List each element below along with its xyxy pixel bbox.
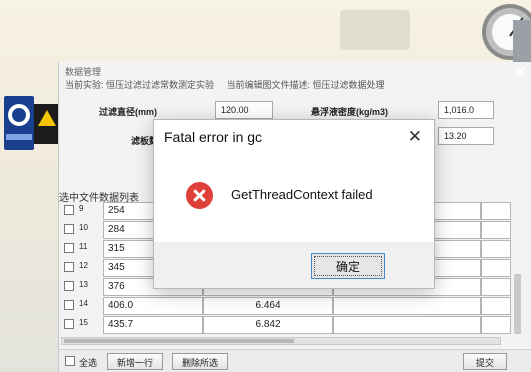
row-checkbox[interactable] xyxy=(64,224,74,234)
window-title: 数据管理 xyxy=(65,67,102,77)
table-cell[interactable] xyxy=(481,297,511,315)
table-cell[interactable] xyxy=(333,316,481,334)
table-cell[interactable] xyxy=(481,202,511,220)
warning-logo-icon xyxy=(34,104,60,144)
filter-diameter-label: 过滤直径(mm) xyxy=(99,107,157,117)
select-all-checkbox[interactable] xyxy=(65,356,75,366)
table-cell[interactable] xyxy=(481,259,511,277)
vertical-scrollbar[interactable] xyxy=(514,274,521,334)
close-icon[interactable]: ✕ xyxy=(408,127,422,147)
bottom-toolbar: 全选 新增一行 删除所选 提交 xyxy=(59,349,531,372)
table-cell[interactable] xyxy=(481,221,511,239)
table-cell[interactable] xyxy=(481,240,511,258)
delete-selected-button[interactable]: 删除所选 xyxy=(172,353,228,370)
suspension-density-input[interactable]: 1,016.0 xyxy=(438,101,494,119)
row-checkbox[interactable] xyxy=(64,205,74,215)
row-checkbox[interactable] xyxy=(64,262,74,272)
ok-button[interactable]: 确定 xyxy=(311,253,385,279)
experiment-label: 当前实验: 恒压过滤过滤常数测定实验 xyxy=(65,80,215,90)
window-close-icon[interactable]: ✕ xyxy=(514,62,527,82)
suspension-density-label: 悬浮液密度(kg/m3) xyxy=(311,107,389,117)
row-index: 15 xyxy=(79,318,88,327)
filter-count-input[interactable]: 13.20 xyxy=(438,127,494,145)
submit-button[interactable]: 提交 xyxy=(463,353,507,370)
dialog-footer: 确定 xyxy=(154,242,434,288)
table-cell[interactable]: 6.842 xyxy=(203,316,333,334)
row-index: 14 xyxy=(79,299,88,308)
table-cell[interactable] xyxy=(333,297,481,315)
table-cell[interactable]: 435.7 xyxy=(103,316,203,334)
row-index: 12 xyxy=(79,261,88,270)
row-checkbox[interactable] xyxy=(64,281,74,291)
horizontal-scrollbar[interactable] xyxy=(61,337,501,345)
row-checkbox[interactable] xyxy=(64,319,74,329)
table-cell[interactable]: 406.0 xyxy=(103,297,203,315)
window-subtitle: 当前实验: 恒压过滤过滤常数测定实验 当前编辑图文件描述: 恒压过滤数据处理 xyxy=(65,78,395,91)
row-index: 13 xyxy=(79,280,88,289)
error-message: GetThreadContext failed xyxy=(231,187,373,202)
table-cell[interactable] xyxy=(481,316,511,334)
error-icon xyxy=(186,182,213,209)
focus-ring xyxy=(314,256,382,276)
table-row[interactable]: 15 435.7 6.842 xyxy=(61,316,511,335)
dialog-title: Fatal error in gc xyxy=(164,129,263,145)
filter-diameter-input[interactable]: 120.00 xyxy=(215,101,273,119)
table-cell[interactable] xyxy=(481,278,511,296)
scrollbar-thumb[interactable] xyxy=(64,339,294,343)
background-object xyxy=(340,10,410,50)
add-row-button[interactable]: 新增一行 xyxy=(107,353,163,370)
row-checkbox[interactable] xyxy=(64,243,74,253)
logo-blue-icon xyxy=(4,96,34,150)
table-cell[interactable]: 6.464 xyxy=(203,297,333,315)
row-checkbox[interactable] xyxy=(64,300,74,310)
table-row[interactable]: 14 406.0 6.464 xyxy=(61,297,511,316)
file-description-label: 当前编辑图文件描述: 恒压过滤数据处理 xyxy=(226,80,385,90)
row-index: 11 xyxy=(79,242,88,251)
row-index: 10 xyxy=(79,223,88,232)
select-all-label: 全选 xyxy=(79,358,98,368)
row-index: 9 xyxy=(79,204,84,213)
error-dialog: Fatal error in gc ✕ GetThreadContext fai… xyxy=(153,119,435,289)
